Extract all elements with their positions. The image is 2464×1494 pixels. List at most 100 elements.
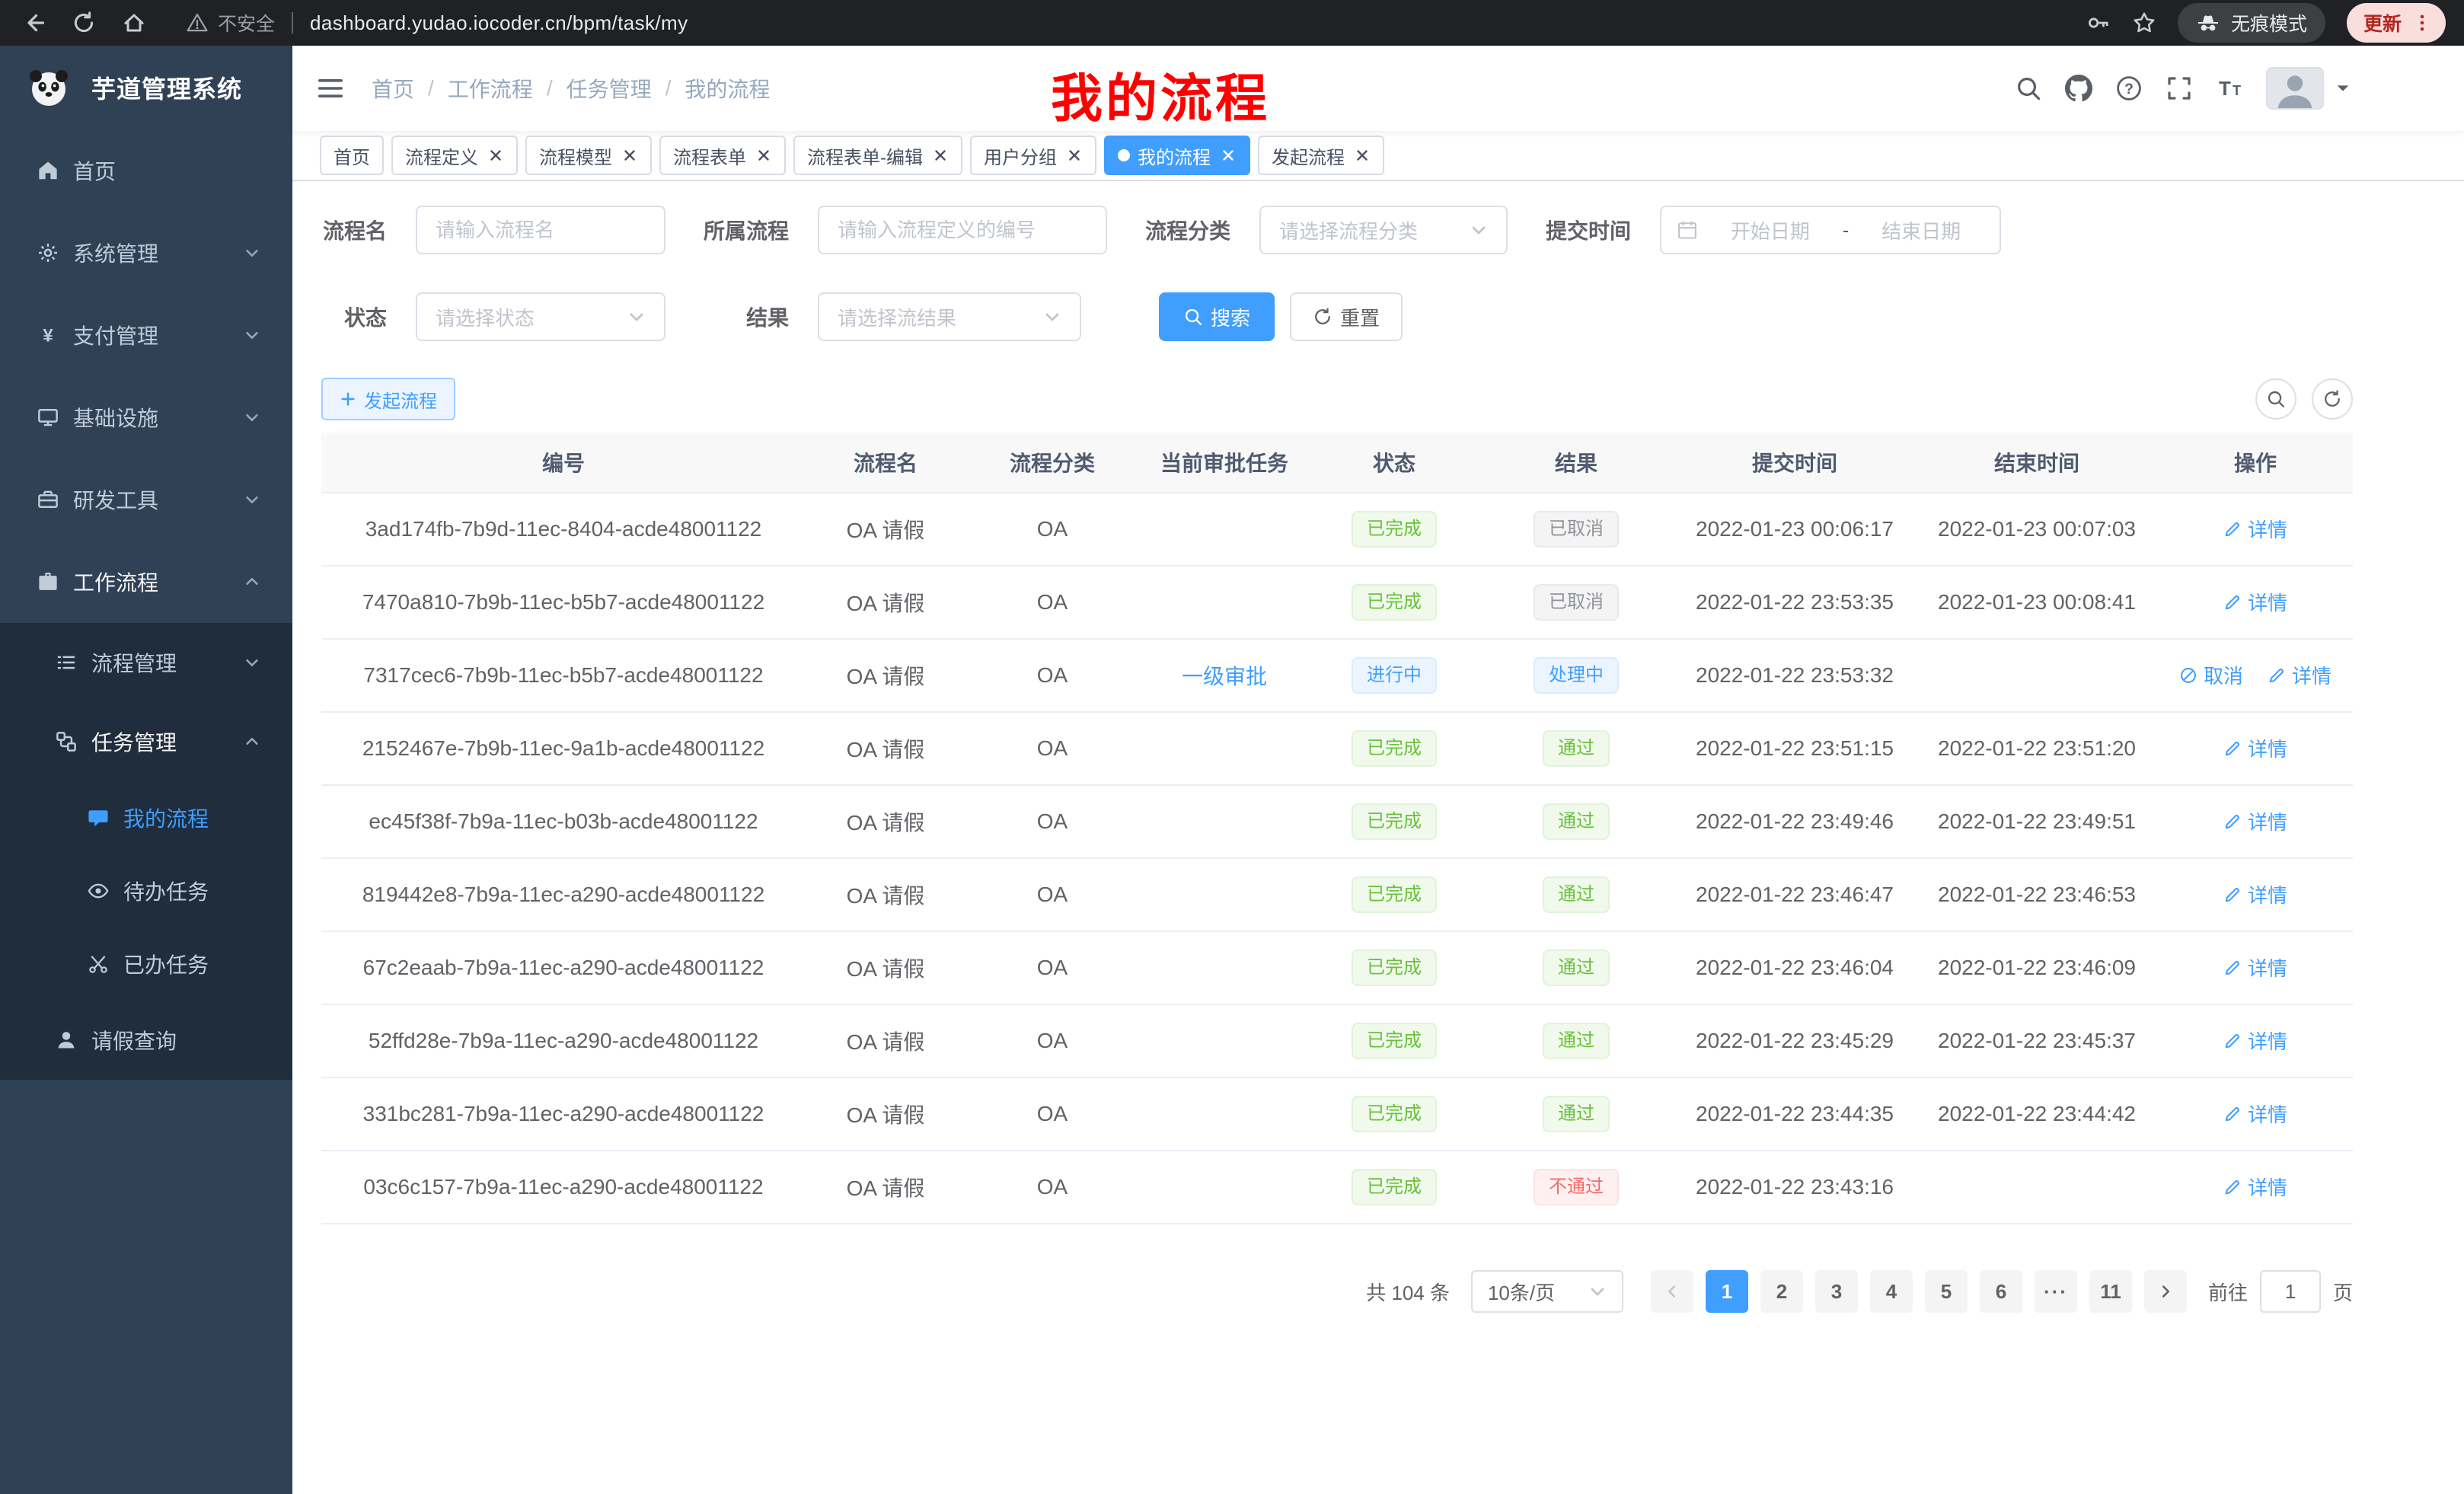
page-4-button[interactable]: 4: [1870, 1270, 1913, 1313]
breadcrumb-item[interactable]: 工作流程: [448, 73, 533, 104]
cell-submit-time: 2022-01-22 23:51:15: [1674, 736, 1916, 761]
update-button[interactable]: 更新: [2347, 3, 2446, 43]
tab-process-model[interactable]: 流程模型: [525, 136, 652, 175]
goto-page-input[interactable]: [2260, 1270, 2321, 1313]
page-1-button[interactable]: 1: [1706, 1270, 1748, 1313]
tab-process-definition[interactable]: 流程定义: [391, 136, 518, 175]
bookmark-star-icon[interactable]: [2132, 11, 2156, 35]
tab-close-icon[interactable]: [621, 147, 638, 164]
password-key-icon[interactable]: [2086, 11, 2111, 35]
process-name-input[interactable]: [416, 206, 665, 254]
sidebar-item-system[interactable]: 系统管理: [0, 212, 292, 294]
tab-start-process[interactable]: 发起流程: [1258, 136, 1384, 175]
action-detail-link[interactable]: 详情: [2223, 1173, 2287, 1201]
result-select[interactable]: 请选择流结果: [818, 292, 1081, 341]
sidebar-item-leave-query[interactable]: 请假查询: [0, 1001, 292, 1080]
tab-close-icon[interactable]: [1220, 147, 1237, 164]
monitor-icon: [37, 406, 59, 429]
sidebar-item-payment[interactable]: ¥支付管理: [0, 294, 292, 376]
cell-category: OA: [965, 517, 1139, 541]
sidebar-item-devtools[interactable]: 研发工具: [0, 458, 292, 541]
action-detail-link[interactable]: 详情: [2223, 1026, 2287, 1055]
sidebar-item-home[interactable]: 首页: [0, 129, 292, 212]
sidebar-item-workflow[interactable]: 工作流程: [0, 541, 292, 623]
font-size-icon[interactable]: TT: [2216, 75, 2243, 102]
tab-close-icon[interactable]: [755, 147, 772, 164]
svg-text:?: ?: [2124, 81, 2134, 97]
action-detail-link[interactable]: 详情: [2223, 1100, 2287, 1128]
tab-close-icon[interactable]: [487, 147, 504, 164]
next-page-button[interactable]: [2144, 1270, 2187, 1313]
pagination: 共 104 条 10条/页 123456···11 前往 页: [321, 1270, 2353, 1313]
page-size-select[interactable]: 10条/页: [1471, 1270, 1623, 1313]
app-logo[interactable]: 芋道管理系统: [0, 46, 292, 129]
browser-reload-icon[interactable]: [72, 11, 96, 35]
sidebar-item-done-tasks[interactable]: 已办任务: [0, 927, 292, 1001]
address-bar[interactable]: 不安全 dashboard.yudao.iocoder.cn/bpm/task/…: [186, 9, 2086, 37]
tab-process-form-edit[interactable]: 流程表单-编辑: [793, 136, 962, 175]
action-label: 取消: [2204, 661, 2243, 689]
action-detail-link[interactable]: 详情: [2268, 661, 2332, 689]
fullscreen-icon[interactable]: [2166, 75, 2193, 102]
action-detail-link[interactable]: 详情: [2223, 880, 2287, 908]
toggle-search-button[interactable]: [2255, 378, 2296, 420]
browser-back-icon[interactable]: [21, 11, 46, 35]
submit-time-range-picker[interactable]: 开始日期 - 结束日期: [1660, 206, 2001, 254]
parent-process-input[interactable]: [818, 206, 1107, 254]
action-detail-link[interactable]: 详情: [2223, 807, 2287, 835]
avatar[interactable]: [2266, 67, 2324, 110]
page-11-button[interactable]: 11: [2089, 1270, 2132, 1313]
help-icon[interactable]: ?: [2115, 75, 2143, 102]
column-header: 结束时间: [1916, 447, 2158, 477]
page-6-button[interactable]: 6: [1980, 1270, 2022, 1313]
breadcrumb-item[interactable]: 首页: [372, 73, 414, 104]
search-button[interactable]: 搜索: [1159, 292, 1275, 341]
tab-my-process[interactable]: 我的流程: [1104, 136, 1250, 175]
refresh-button[interactable]: [2312, 378, 2353, 420]
sidebar-item-infra[interactable]: 基础设施: [0, 376, 292, 458]
page-ellipsis[interactable]: ···: [2035, 1270, 2077, 1313]
security-label[interactable]: 不安全: [218, 9, 275, 37]
action-cancel-link[interactable]: 取消: [2179, 661, 2243, 689]
hamburger-icon[interactable]: [315, 73, 346, 104]
avatar-dropdown[interactable]: [2266, 67, 2351, 110]
tab-close-icon[interactable]: [1354, 147, 1371, 164]
sidebar-item-task-mgmt[interactable]: 任务管理: [0, 702, 292, 781]
current-task-link[interactable]: 一级审批: [1182, 665, 1267, 688]
page-2-button[interactable]: 2: [1760, 1270, 1803, 1313]
cell-name: OA 请假: [806, 879, 965, 910]
action-detail-link[interactable]: 详情: [2223, 515, 2287, 543]
action-detail-link[interactable]: 详情: [2223, 953, 2287, 982]
status-select[interactable]: 请选择状态: [416, 292, 665, 341]
page-5-button[interactable]: 5: [1925, 1270, 1968, 1313]
page-3-button[interactable]: 3: [1815, 1270, 1858, 1313]
tab-close-icon[interactable]: [932, 147, 949, 164]
tab-process-form[interactable]: 流程表单: [659, 136, 786, 175]
main-area: 首页/工作流程/任务管理/我的流程 我的流程 ? TT 首页流程定义流程模型流程…: [292, 46, 2464, 1494]
cell-name: OA 请假: [806, 1026, 965, 1056]
breadcrumb-item[interactable]: 任务管理: [567, 73, 652, 104]
prev-page-button[interactable]: [1651, 1270, 1693, 1313]
chevron-down-icon: [1470, 221, 1488, 239]
tab-close-icon[interactable]: [1066, 147, 1083, 164]
category-select[interactable]: 请选择流程分类: [1259, 206, 1508, 254]
toolbox-icon: [37, 488, 59, 511]
action-detail-link[interactable]: 详情: [2223, 734, 2287, 762]
cell-result: 通过: [1479, 730, 1674, 767]
tab-home[interactable]: 首页: [320, 136, 384, 175]
sidebar-item-process-mgmt[interactable]: 流程管理: [0, 623, 292, 702]
page-content: 流程名 所属流程 流程分类 请选择流程分类: [292, 181, 2464, 1494]
create-process-button[interactable]: 发起流程: [321, 378, 455, 420]
browser-menu-dots-icon[interactable]: [2412, 13, 2432, 33]
action-detail-link[interactable]: 详情: [2223, 588, 2287, 616]
calendar-icon: [1677, 219, 1698, 241]
sidebar-item-todo-tasks[interactable]: 待办任务: [0, 854, 292, 927]
cell-actions: 详情: [2158, 880, 2353, 909]
reset-button[interactable]: 重置: [1290, 292, 1403, 341]
browser-home-icon[interactable]: [122, 11, 146, 35]
url-text[interactable]: dashboard.yudao.iocoder.cn/bpm/task/my: [310, 11, 688, 35]
tab-user-group[interactable]: 用户分组: [970, 136, 1096, 175]
github-icon[interactable]: [2065, 75, 2092, 102]
sidebar-item-my-process[interactable]: 我的流程: [0, 781, 292, 854]
search-icon[interactable]: [2015, 75, 2042, 102]
